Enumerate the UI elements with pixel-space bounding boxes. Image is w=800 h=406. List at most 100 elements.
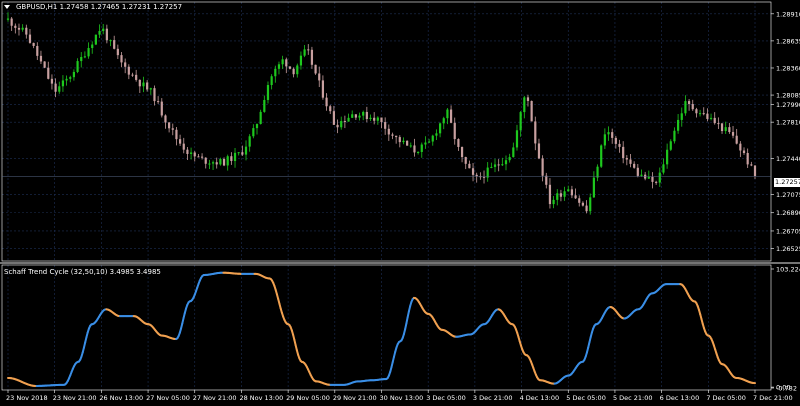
candle-body bbox=[299, 55, 303, 66]
candle-body bbox=[193, 152, 196, 157]
time-tick-label: 3 Dec 05:00 bbox=[426, 394, 466, 402]
candle-body bbox=[687, 101, 691, 105]
candle-body bbox=[449, 109, 453, 123]
indicator-tick-label: -0.782 bbox=[776, 385, 797, 393]
candle-body bbox=[702, 113, 705, 115]
price-tick-label: 1.27075 bbox=[776, 191, 800, 199]
price-tick-label: 1.28360 bbox=[776, 64, 800, 72]
candle-body bbox=[36, 45, 39, 56]
candle-body bbox=[402, 140, 405, 143]
price-tick-label: 1.27440 bbox=[776, 155, 800, 163]
candle-body bbox=[219, 158, 222, 165]
candle-body bbox=[556, 193, 559, 200]
candle-body bbox=[325, 97, 328, 107]
candle-body bbox=[204, 157, 207, 164]
candle-body bbox=[435, 133, 438, 136]
candle-body bbox=[570, 189, 574, 196]
candle-body bbox=[453, 122, 456, 140]
candle-body bbox=[446, 109, 449, 119]
candle-body bbox=[578, 198, 581, 203]
candle-body bbox=[589, 197, 592, 212]
candle-body bbox=[54, 83, 57, 92]
candle-body bbox=[574, 195, 577, 199]
candle-body bbox=[263, 99, 266, 112]
candle-body bbox=[226, 156, 229, 166]
candle-body bbox=[680, 113, 683, 120]
candle-body bbox=[310, 49, 314, 65]
indicator-axis[interactable]: 103.22430.00-0.782 bbox=[771, 266, 800, 393]
candle-body bbox=[428, 141, 431, 143]
candle-body bbox=[592, 177, 595, 198]
candle-body bbox=[596, 166, 599, 178]
candle-body bbox=[658, 172, 661, 183]
candle-body bbox=[622, 146, 625, 159]
candle-body bbox=[336, 124, 339, 128]
candle-body bbox=[98, 31, 101, 35]
candle-body bbox=[735, 135, 738, 144]
time-tick-label: 6 Dec 13:00 bbox=[660, 394, 700, 402]
candle-body bbox=[611, 132, 614, 138]
candle-body bbox=[746, 152, 749, 165]
candle-body bbox=[164, 115, 167, 123]
candle-body bbox=[146, 82, 149, 90]
candle-body bbox=[292, 68, 295, 75]
price-axis[interactable]: 1.28910 1.28635 1.28360 1.280851.27990 1.278… bbox=[771, 10, 800, 253]
candle-body bbox=[666, 149, 669, 165]
candle-body bbox=[731, 132, 735, 136]
candle-body bbox=[266, 85, 270, 100]
candle-body bbox=[662, 164, 665, 173]
candle-body bbox=[307, 49, 310, 51]
candle-body bbox=[47, 67, 50, 79]
candle-body bbox=[197, 156, 200, 158]
candle-body bbox=[351, 114, 354, 118]
candle-body bbox=[669, 141, 672, 150]
candlestick-series[interactable] bbox=[2, 12, 771, 215]
candle-body bbox=[636, 167, 639, 176]
candle-body bbox=[343, 121, 346, 123]
candle-body bbox=[486, 167, 489, 178]
price-tick-label: 1.28085 bbox=[776, 92, 800, 100]
candle-body bbox=[354, 114, 357, 118]
candle-body bbox=[482, 176, 486, 178]
grid-lines bbox=[2, 2, 771, 390]
time-tick-label: 26 Nov 13:00 bbox=[99, 394, 143, 402]
candle-body bbox=[504, 160, 508, 165]
candle-body bbox=[142, 82, 145, 87]
candle-body bbox=[58, 86, 61, 92]
candle-body bbox=[585, 205, 588, 212]
candle-body bbox=[647, 176, 650, 179]
candle-body bbox=[171, 128, 174, 130]
candle-body bbox=[695, 109, 698, 114]
triangle-down-icon[interactable] bbox=[4, 5, 10, 9]
candle-body bbox=[380, 117, 383, 123]
candle-body bbox=[131, 74, 134, 76]
candle-body bbox=[252, 128, 255, 137]
candle-body bbox=[314, 64, 317, 74]
candle-body bbox=[464, 157, 467, 164]
candle-body bbox=[28, 34, 32, 43]
price-tick-label: 1.27990 bbox=[776, 101, 800, 109]
candle-body bbox=[376, 117, 379, 121]
candle-body bbox=[157, 101, 160, 103]
candle-body bbox=[431, 135, 434, 142]
candle-body bbox=[523, 97, 526, 113]
time-tick-label: 27 Nov 21:00 bbox=[193, 394, 237, 402]
candle-body bbox=[709, 117, 713, 119]
candle-body bbox=[537, 143, 541, 159]
candle-body bbox=[296, 65, 299, 75]
candle-body bbox=[211, 162, 215, 164]
candle-body bbox=[102, 28, 105, 32]
current-price-label: 1.27257 bbox=[774, 178, 800, 187]
candle-body bbox=[72, 71, 76, 78]
candle-body bbox=[493, 164, 497, 167]
time-axis[interactable]: 23 Nov 2018 23 Nov 21:00 26 Nov 13:00 27 No… bbox=[6, 390, 793, 402]
indicator-tick-label: 103.2243 bbox=[776, 266, 800, 274]
candle-body bbox=[409, 145, 412, 147]
candle-body bbox=[76, 61, 79, 72]
candle-body bbox=[713, 117, 716, 124]
candle-body bbox=[6, 18, 10, 20]
candle-body bbox=[189, 152, 193, 154]
candle-body bbox=[318, 73, 321, 81]
candle-body bbox=[215, 162, 218, 165]
candle-body bbox=[113, 40, 116, 49]
